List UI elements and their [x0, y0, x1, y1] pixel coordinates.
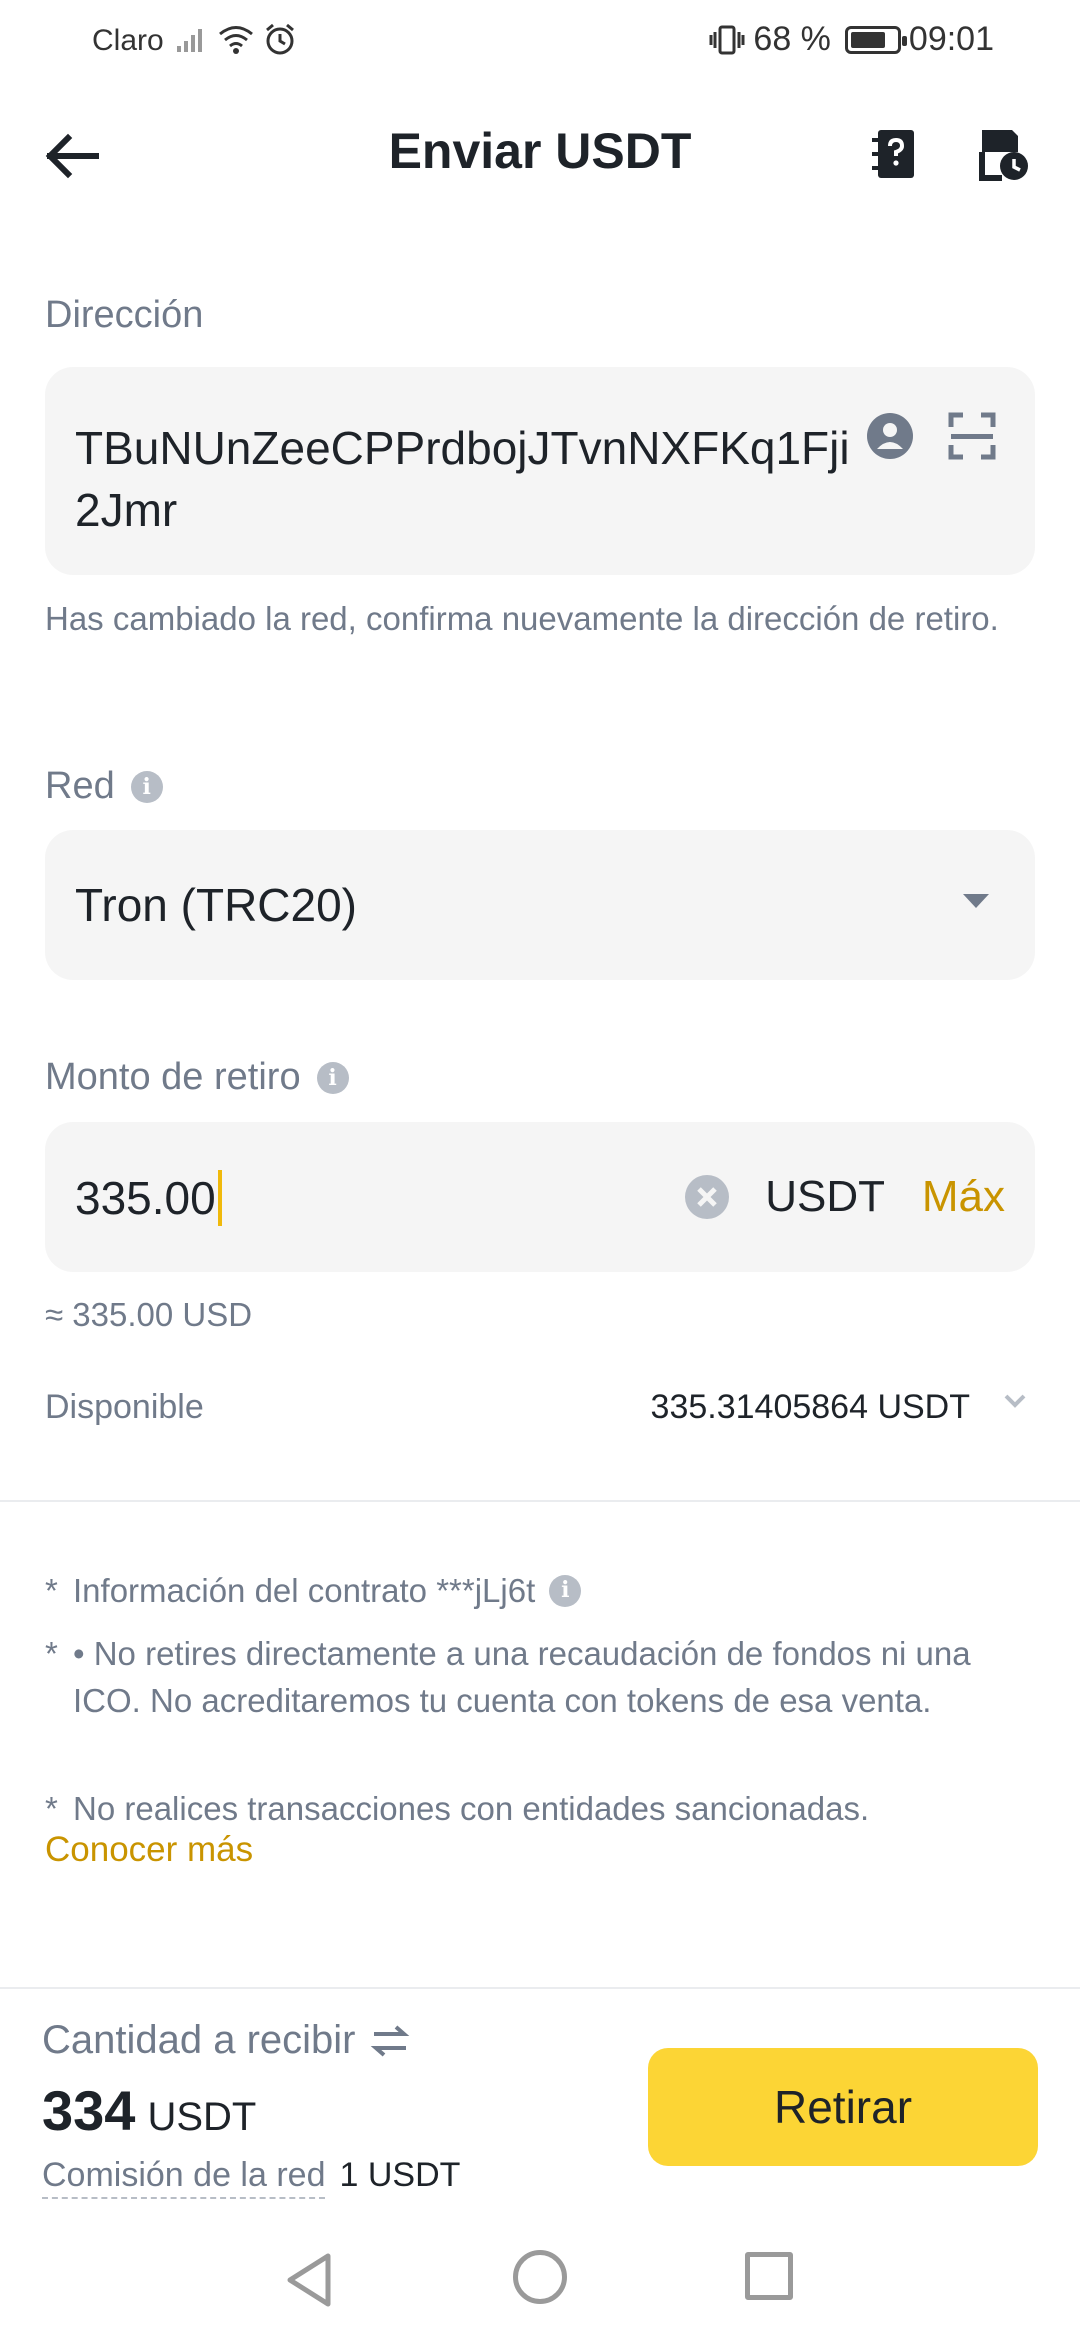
address-field[interactable]: TBuNUnZeeCPPrdbojJTvnNXFKq1Fji2Jmr — [45, 367, 1035, 575]
nav-back-icon[interactable] — [280, 2250, 340, 2310]
chevron-down-icon[interactable] — [1000, 1386, 1030, 1416]
contact-icon — [867, 413, 913, 459]
amount-field[interactable]: 335.00 USDT Máx — [45, 1122, 1035, 1272]
amount-unit: USDT — [765, 1172, 885, 1221]
signal-icon — [177, 29, 202, 52]
contract-info-icon[interactable]: i — [549, 1574, 582, 1607]
nav-home-icon[interactable] — [513, 2250, 567, 2304]
network-select[interactable]: Tron (TRC20) — [45, 830, 1035, 980]
ico-warning-text: • No retires directamente a una recaudac… — [73, 1635, 971, 1719]
network-fee-value: 1 USDT — [339, 2156, 461, 2194]
sanctions-note: * No realices transacciones con entidade… — [45, 1785, 1035, 1832]
bottom-bar-divider — [0, 1987, 1080, 1989]
max-button[interactable]: Máx — [922, 1172, 1005, 1222]
history-icon — [979, 130, 1028, 181]
available-label: Disponible — [45, 1388, 204, 1426]
receive-label: Cantidad a recibir — [42, 2018, 410, 2063]
network-label: Red i — [45, 765, 163, 808]
address-book-button[interactable] — [866, 124, 926, 184]
address-input[interactable]: TBuNUnZeeCPPrdbojJTvnNXFKq1Fji2Jmr — [75, 417, 855, 541]
clear-icon — [685, 1175, 729, 1219]
network-label-text: Red — [45, 765, 115, 807]
address-label: Dirección — [45, 294, 203, 337]
battery-icon — [844, 25, 907, 54]
carrier-name: Claro — [92, 24, 164, 57]
ico-warning-note: * • No retires directamente a una recaud… — [45, 1630, 1035, 1724]
system-nav-bar — [0, 2230, 1080, 2340]
nav-recent-apps-icon[interactable] — [745, 2252, 793, 2300]
address-label-text: Dirección — [45, 294, 204, 336]
note-asterisk: * — [45, 1635, 58, 1672]
clear-amount-button[interactable] — [684, 1174, 730, 1220]
contract-info-text: Información del contrato ***jLj6t — [73, 1572, 536, 1609]
amount-approx-usd: ≈ 335.00 USD — [45, 1296, 253, 1333]
status-icons-right: 68 % 09:01 — [709, 20, 994, 59]
amount-label-text: Monto de retiro — [45, 1056, 301, 1098]
network-changed-hint: Has cambiado la red, confirma nuevamente… — [45, 600, 999, 637]
network-fee: Comisión de la red 1 USDT — [42, 2156, 460, 2199]
status-icons-left — [175, 22, 297, 56]
section-divider — [0, 1500, 1080, 1502]
clock-time: 09:01 — [908, 20, 994, 58]
receive-amount: 334 USDT — [42, 2078, 256, 2143]
battery-percent: 68 % — [753, 20, 831, 58]
app-header: Enviar USDT — [0, 100, 1080, 210]
status-bar: Claro 68 % 09:01 — [0, 0, 1080, 86]
receive-label-text: Cantidad a recibir — [42, 2018, 356, 2062]
amount-info-icon[interactable]: i — [316, 1061, 349, 1094]
contract-info-note: * Información del contrato ***jLj6t i — [45, 1567, 1035, 1614]
network-selected-value: Tron (TRC20) — [75, 879, 357, 931]
wifi-icon — [219, 26, 253, 54]
available-value[interactable]: 335.31405864 USDT — [651, 1388, 970, 1427]
swap-icon[interactable] — [370, 2024, 410, 2058]
scan-qr-button[interactable] — [947, 411, 997, 461]
note-asterisk: * — [45, 1790, 58, 1827]
amount-input-value: 335.00 — [75, 1172, 216, 1224]
note-asterisk: * — [45, 1572, 58, 1609]
receive-amount-unit: USDT — [147, 2095, 257, 2139]
learn-more-link[interactable]: Conocer más — [45, 1830, 253, 1870]
text-cursor — [217, 1170, 222, 1226]
network-fee-label[interactable]: Comisión de la red — [42, 2156, 326, 2199]
history-button[interactable] — [972, 124, 1032, 184]
vibrate-icon — [709, 25, 745, 54]
scan-icon — [948, 412, 996, 460]
amount-input[interactable]: 335.00 — [75, 1170, 222, 1226]
receive-amount-value: 334 — [42, 2079, 136, 2142]
address-book-help-icon — [872, 130, 914, 178]
network-info-icon[interactable]: i — [130, 770, 163, 803]
caret-down-icon — [963, 894, 989, 908]
amount-label: Monto de retiro i — [45, 1056, 349, 1099]
alarm-icon — [266, 23, 294, 55]
sanctions-text: No realices transacciones con entidades … — [73, 1790, 870, 1827]
address-book-contact-button[interactable] — [865, 411, 915, 461]
withdraw-button[interactable]: Retirar — [648, 2048, 1038, 2166]
